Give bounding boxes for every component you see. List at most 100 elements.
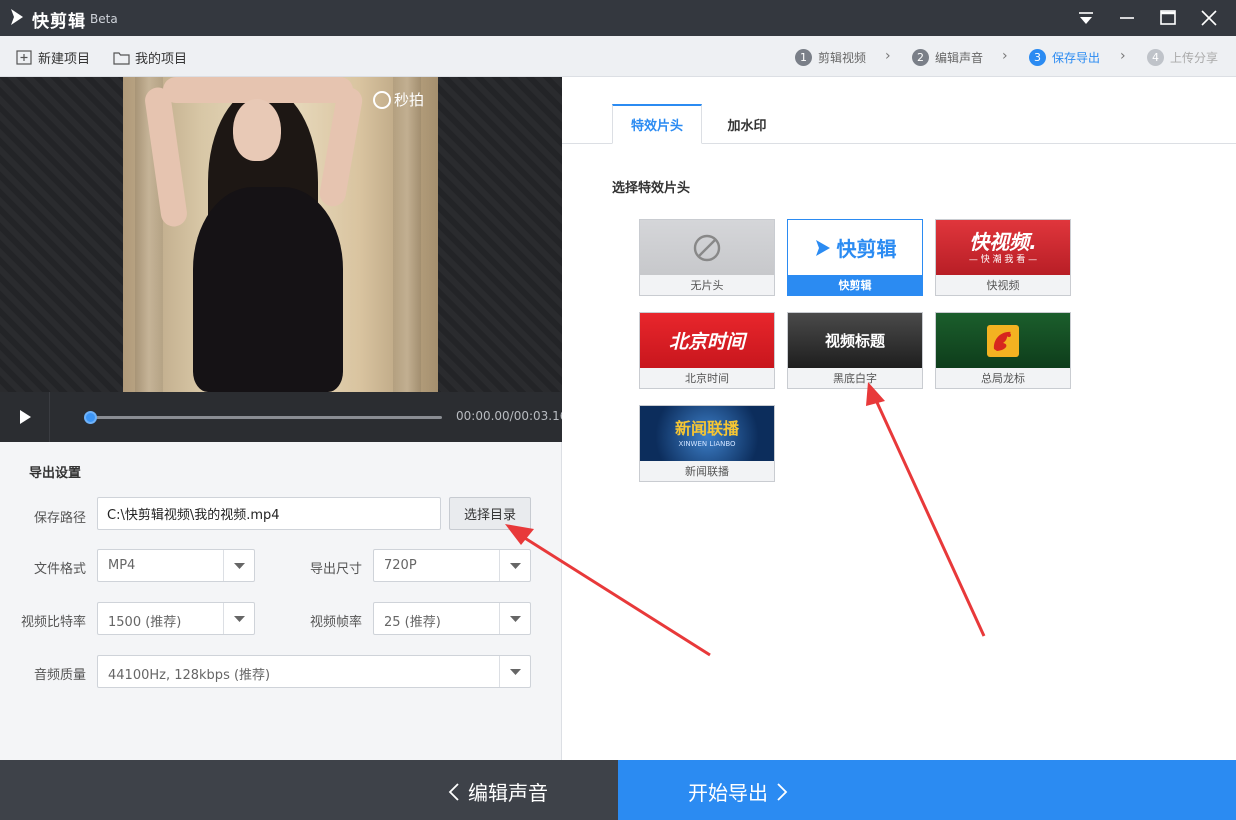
dragon-logo-thumbnail — [936, 313, 1070, 368]
intro-card-label: 新闻联播 — [640, 461, 774, 481]
video-preview: 秒拍 — [0, 77, 562, 392]
step-upload-share: 4 上传分享 — [1147, 47, 1218, 67]
file-format-value: MP4 — [108, 558, 136, 573]
step-label: 编辑声音 — [935, 50, 984, 65]
video-framerate-value: 25 (推荐) — [384, 615, 441, 630]
beta-badge: Beta — [90, 12, 118, 26]
video-bitrate-value: 1500 (推荐) — [108, 615, 182, 630]
save-path-label: 保存路径 — [33, 511, 86, 526]
footer-export-area: 开始导出 — [618, 760, 1236, 820]
step-number: 1 — [795, 48, 812, 66]
playback-controls: 00:00.00/00:03.16 — [0, 392, 567, 442]
tab-watermark[interactable]: 加水印 — [702, 104, 792, 144]
kuaijianji-logo-icon — [815, 239, 830, 256]
intro-card-kuaishipin[interactable]: 快视频. — 快 潮 我 看 — 快视频 — [935, 219, 1071, 296]
video-framerate-label: 视频帧率 — [309, 615, 362, 630]
close-button[interactable] — [1196, 6, 1222, 30]
chevron-down-icon — [499, 656, 530, 687]
seek-bar[interactable] — [88, 416, 442, 419]
camera-icon — [372, 90, 391, 109]
video-bitrate-select[interactable]: 1500 (推荐) — [97, 602, 255, 635]
plus-box-icon — [16, 49, 32, 65]
chevron-right-icon — [777, 782, 788, 801]
audio-quality-select[interactable]: 44100Hz, 128kbps (推荐) — [97, 655, 531, 688]
step-label: 上传分享 — [1170, 50, 1219, 65]
thumb-text: 快剪辑 — [836, 237, 897, 261]
menu-down-icon — [1079, 12, 1093, 24]
thumb-text: 视频标题 — [824, 332, 885, 350]
footer-back-area: 编辑声音 — [0, 760, 618, 820]
chevron-down-icon — [223, 603, 254, 634]
start-export-button[interactable]: 开始导出 — [688, 777, 788, 806]
intro-card-label: 快剪辑 — [788, 275, 922, 295]
intro-card-beijing-time[interactable]: 北京时间 北京时间 — [639, 312, 775, 389]
export-size-value: 720P — [384, 558, 417, 573]
video-framerate-select[interactable]: 25 (推荐) — [373, 602, 531, 635]
prohibited-icon — [693, 234, 721, 261]
intro-card-black-white[interactable]: 视频标题 黑底白字 — [787, 312, 923, 389]
intro-card-label: 快视频 — [936, 275, 1070, 295]
save-path-input[interactable]: C:\快剪辑视频\我的视频.mp4 — [97, 497, 441, 530]
audio-quality-value: 44100Hz, 128kbps (推荐) — [108, 668, 271, 683]
file-format-select[interactable]: MP4 — [97, 549, 255, 582]
intro-card-news[interactable]: 新闻联播 XINWEN LIANBO 新闻联播 — [639, 405, 775, 482]
step-number: 3 — [1029, 48, 1046, 66]
new-project-label: 新建项目 — [38, 51, 91, 67]
chevron-down-icon — [223, 550, 254, 581]
tab-intro-effects[interactable]: 特效片头 — [612, 104, 702, 144]
maximize-button[interactable] — [1155, 6, 1181, 30]
minimize-button[interactable] — [1114, 6, 1140, 30]
step-edit-video[interactable]: 1 剪辑视频 — [795, 47, 866, 67]
play-icon — [19, 410, 31, 424]
back-edit-audio-button[interactable]: 编辑声音 — [448, 777, 548, 806]
my-projects-button[interactable]: 我的项目 — [113, 47, 187, 67]
step-number: 4 — [1147, 48, 1164, 66]
step-edit-audio[interactable]: 2 编辑声音 — [912, 47, 983, 67]
chevron-down-icon — [499, 550, 530, 581]
export-settings-panel: 导出设置 保存路径 C:\快剪辑视频\我的视频.mp4 选择目录 文件格式 MP… — [0, 442, 562, 760]
chevron-right-icon: › — [1120, 48, 1126, 64]
video-bitrate-label: 视频比特率 — [20, 615, 86, 630]
toolbar: 新建项目 我的项目 1 剪辑视频 › 2 编辑声音 › 3 保存导出 › 4 上… — [0, 36, 1236, 77]
step-label: 剪辑视频 — [818, 50, 867, 65]
seek-handle[interactable] — [84, 411, 97, 424]
dragon-logo-icon — [987, 324, 1019, 357]
new-project-button[interactable]: 新建项目 — [16, 47, 90, 67]
video-watermark: 秒拍 — [372, 89, 424, 110]
kuaijianji-thumbnail: 快剪辑 — [788, 220, 922, 275]
intro-card-dragon-logo[interactable]: 总局龙标 — [935, 312, 1071, 389]
chevron-right-icon: › — [885, 48, 891, 64]
news-thumbnail: 新闻联播 XINWEN LIANBO — [640, 406, 774, 461]
play-button[interactable] — [0, 392, 50, 442]
thumb-text: 快视频. — [969, 229, 1037, 254]
intro-card-label: 北京时间 — [640, 368, 774, 388]
intro-effects-panel: 特效片头 加水印 选择特效片头 无片头 快剪辑 快剪辑 快视频. — 快 潮 我… — [562, 77, 1236, 760]
intro-card-label: 总局龙标 — [936, 368, 1070, 388]
chevron-right-icon: › — [1002, 48, 1008, 64]
intro-card-none[interactable]: 无片头 — [639, 219, 775, 296]
step-label: 保存导出 — [1052, 50, 1101, 65]
timecode: 00:00.00/00:03.16 — [456, 409, 568, 423]
export-size-label: 导出尺寸 — [309, 562, 362, 577]
back-label: 编辑声音 — [468, 781, 548, 805]
thumb-subtext: XINWEN LIANBO — [678, 439, 736, 448]
close-icon — [1201, 10, 1217, 26]
kuaishipin-thumbnail: 快视频. — 快 潮 我 看 — — [936, 220, 1070, 275]
thumb-subtext: — 快 潮 我 看 — — [968, 254, 1038, 265]
tab-bar: 特效片头 加水印 — [562, 77, 1236, 144]
video-frame: 秒拍 — [123, 77, 438, 392]
watermark-text: 秒拍 — [393, 91, 424, 109]
intro-card-label: 无片头 — [640, 275, 774, 295]
beijing-time-thumbnail: 北京时间 — [640, 313, 774, 368]
step-save-export[interactable]: 3 保存导出 — [1029, 47, 1100, 67]
app-logo-icon — [11, 9, 23, 25]
export-settings-title: 导出设置 — [29, 466, 82, 481]
folder-icon — [113, 51, 130, 65]
maximize-icon — [1160, 10, 1176, 25]
file-format-label: 文件格式 — [33, 562, 86, 577]
dropdown-menu-button[interactable] — [1073, 6, 1099, 30]
export-size-select[interactable]: 720P — [373, 549, 531, 582]
step-number: 2 — [912, 48, 929, 66]
intro-card-kuaijianji[interactable]: 快剪辑 快剪辑 — [787, 219, 923, 296]
choose-directory-button[interactable]: 选择目录 — [449, 497, 531, 530]
